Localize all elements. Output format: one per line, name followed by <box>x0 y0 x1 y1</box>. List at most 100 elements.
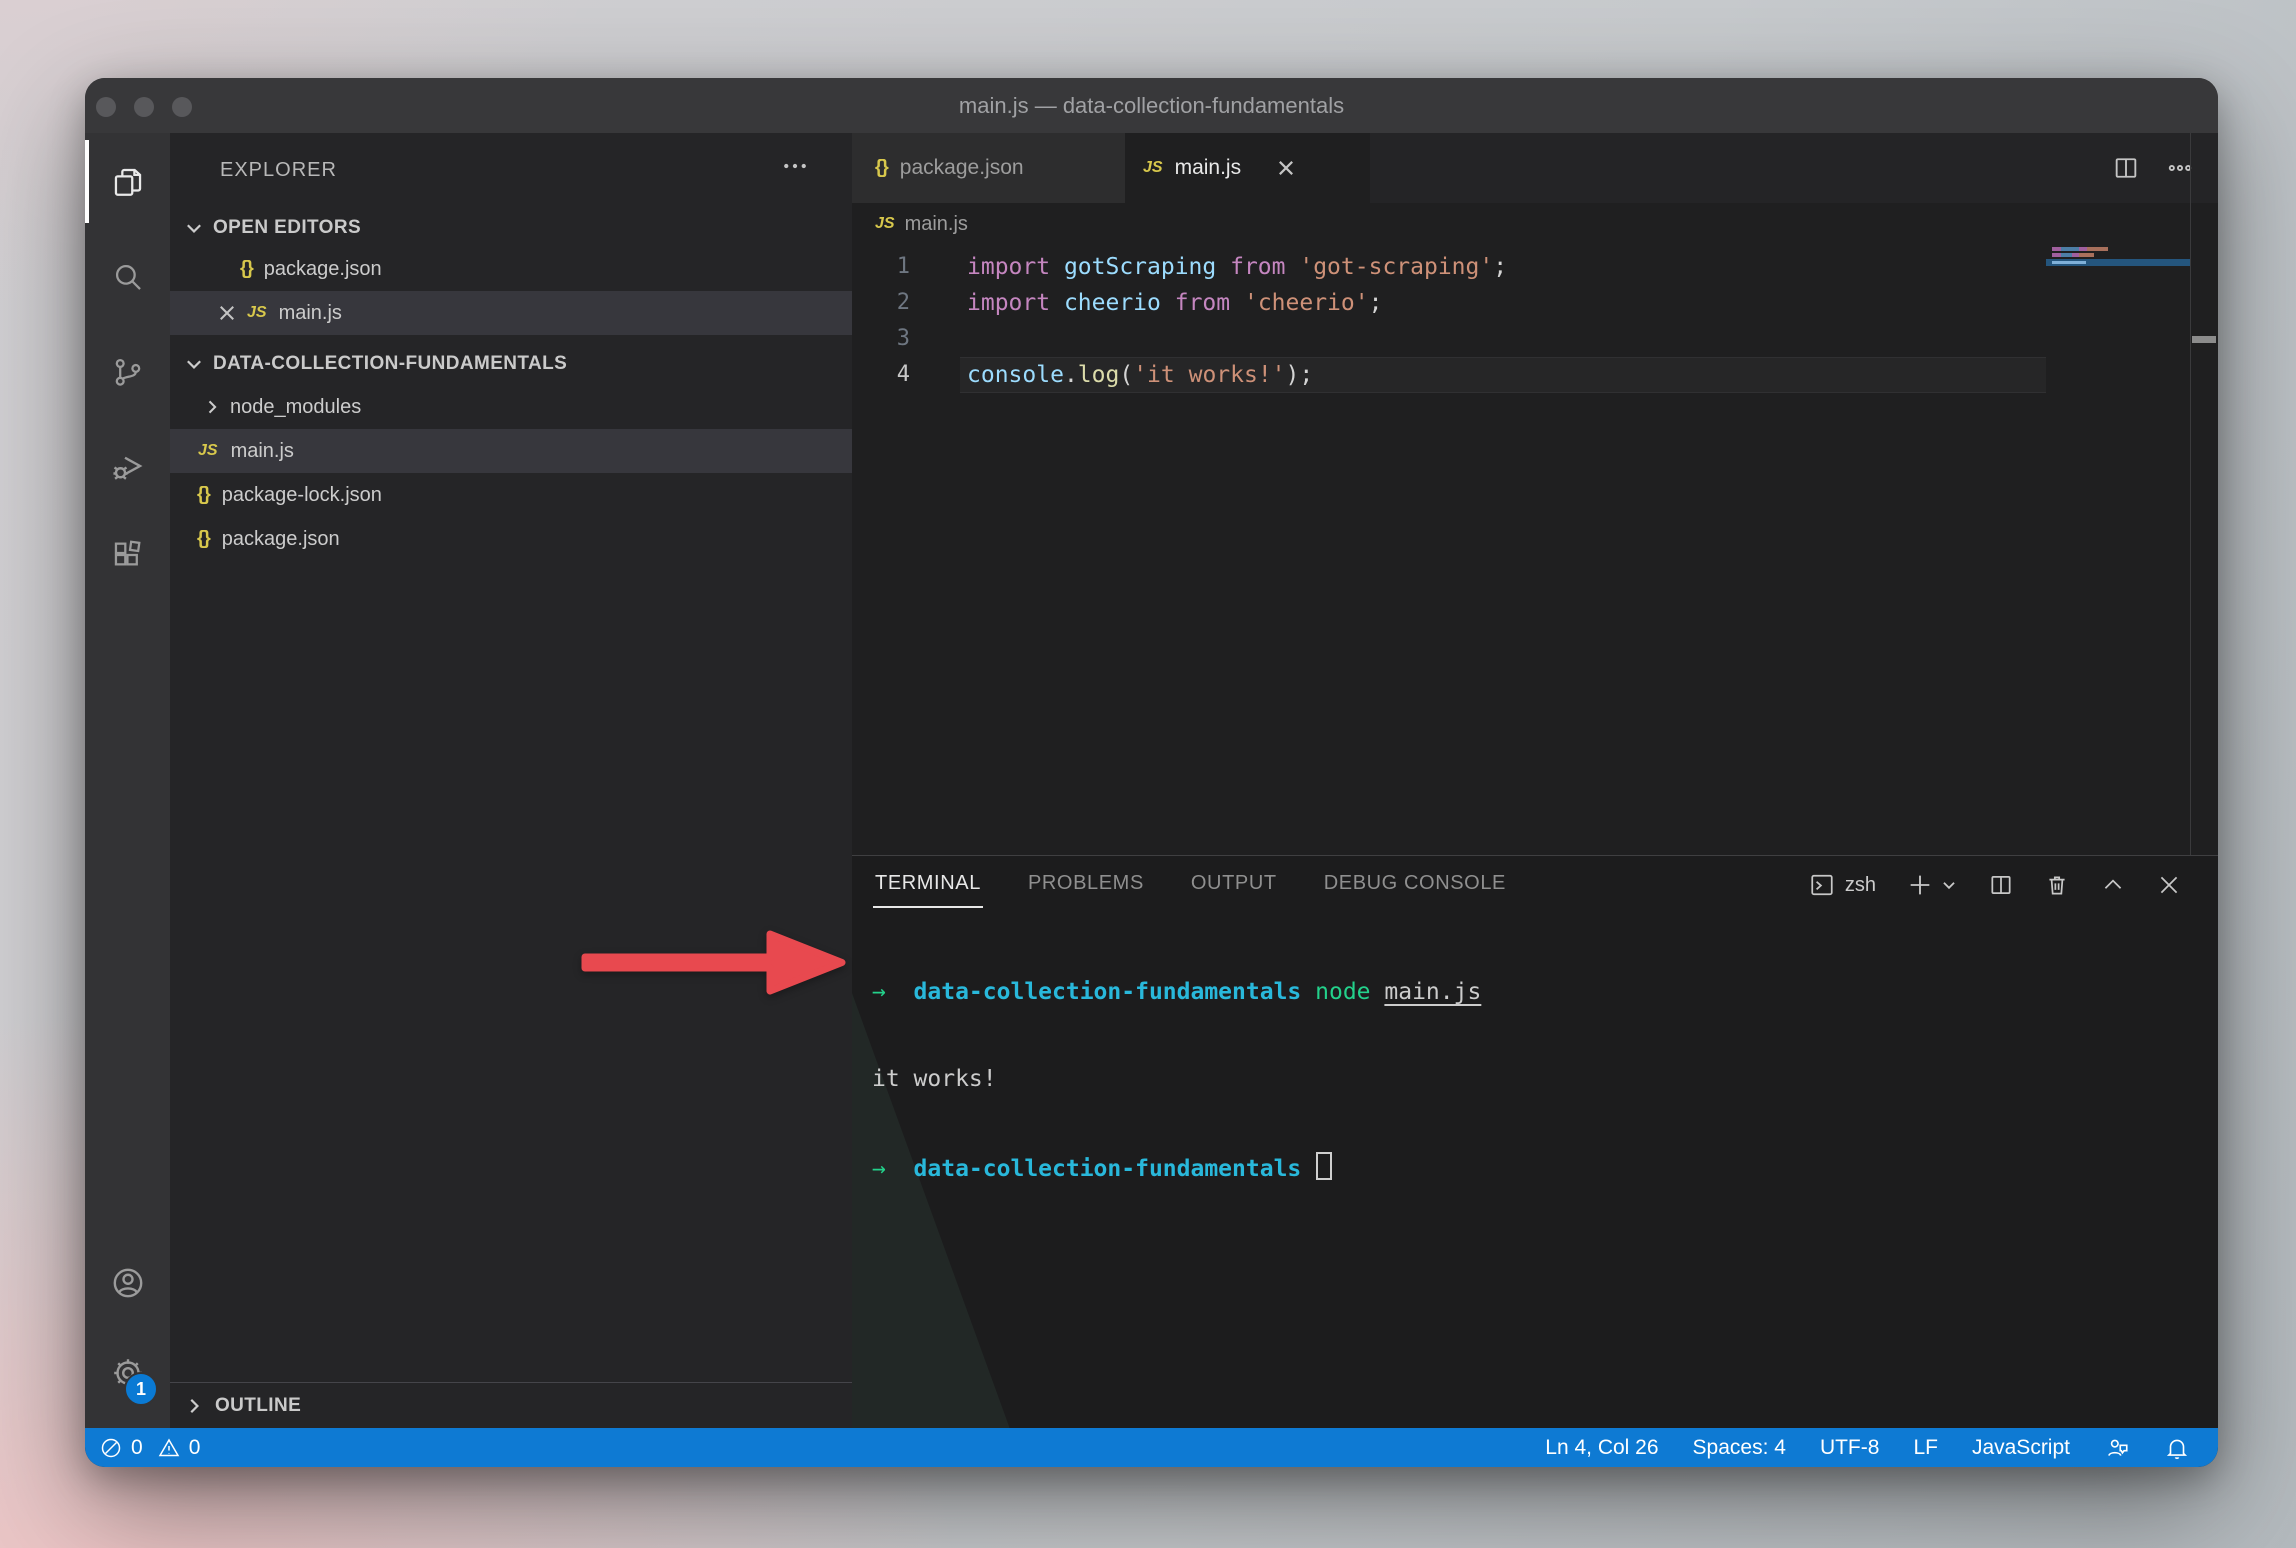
file-label: package-lock.json <box>222 484 382 507</box>
minimap-code-line <box>2052 247 2110 251</box>
js-file-icon: JS <box>1143 159 1163 177</box>
language-status[interactable]: JavaScript <box>1972 1436 2070 1460</box>
encoding-status[interactable]: UTF-8 <box>1820 1436 1880 1460</box>
section-label: DATA-COLLECTION-FUNDAMENTALS <box>213 353 567 375</box>
overview-ruler-cursor-marker <box>2192 336 2216 343</box>
title-bar: main.js — data-collection-fundamentals <box>85 78 2218 133</box>
shell-label: zsh <box>1845 874 1876 897</box>
line-number: 2 <box>852 285 910 321</box>
tree-item-package-lock-json[interactable]: {} package-lock.json <box>170 473 852 517</box>
line-number: 3 <box>852 321 910 357</box>
js-file-icon: JS <box>198 442 218 460</box>
window-title: main.js — data-collection-fundamentals <box>85 78 2218 133</box>
minimap-code-line <box>2052 253 2096 257</box>
code-line-1[interactable]: import gotScraping from 'got-scraping'; <box>967 249 1507 285</box>
file-label: main.js <box>279 302 342 325</box>
shell-selector[interactable]: zsh <box>1809 872 1876 898</box>
open-editor-item-package-json[interactable]: {} package.json <box>170 247 852 291</box>
minimap-current-line <box>2046 259 2190 266</box>
settings-gear-icon[interactable]: 1 <box>85 1325 170 1420</box>
tree-item-main-js[interactable]: JS main.js <box>170 429 852 473</box>
js-file-icon: JS <box>247 304 267 322</box>
code-line-2[interactable]: import cheerio from 'cheerio'; <box>967 285 1382 321</box>
source-control-icon[interactable] <box>85 324 170 419</box>
explorer-actions-icon[interactable] <box>780 151 810 186</box>
tab-output[interactable]: OUTPUT <box>1191 872 1277 895</box>
folder-label: node_modules <box>230 396 361 419</box>
section-workspace-folder[interactable]: DATA-COLLECTION-FUNDAMENTALS <box>170 345 852 383</box>
section-open-editors[interactable]: OPEN EDITORS <box>170 209 852 247</box>
chevron-right-icon <box>202 397 222 417</box>
close-tab-icon[interactable] <box>1275 157 1297 179</box>
panel-actions: zsh <box>1809 856 2182 914</box>
explorer-files-icon[interactable] <box>85 134 170 229</box>
section-outline[interactable]: OUTLINE <box>170 1382 852 1429</box>
file-label: package.json <box>264 258 382 281</box>
breadcrumb-file: main.js <box>905 213 968 236</box>
extensions-icon[interactable] <box>85 507 170 602</box>
file-label: main.js <box>231 440 294 463</box>
line-number: 1 <box>852 249 910 285</box>
split-terminal-icon[interactable] <box>1988 872 2014 898</box>
tab-package-json[interactable]: {} package.json <box>852 133 1126 203</box>
tab-label: package.json <box>900 156 1024 180</box>
new-terminal-icon[interactable] <box>1906 871 1934 899</box>
terminal-line-command: → data-collection-fundamentals node main… <box>872 978 1481 1007</box>
terminal-output[interactable]: → data-collection-fundamentals node main… <box>872 920 1481 1242</box>
settings-badge: 1 <box>124 1372 158 1406</box>
warnings-icon <box>157 1436 181 1460</box>
terminal-icon <box>1809 872 1835 898</box>
warnings-count: 0 <box>189 1436 201 1460</box>
breadcrumb[interactable]: JS main.js <box>852 203 2218 245</box>
json-file-icon: {} <box>197 528 210 550</box>
json-file-icon: {} <box>197 484 210 506</box>
editor-group: {} package.json JS main.js JS main.js 1 … <box>852 133 2218 855</box>
split-editor-icon[interactable] <box>2112 154 2140 182</box>
status-bar: 0 0 Ln 4, Col 26 Spaces: 4 UTF-8 LF Java… <box>85 1428 2218 1467</box>
indentation-status[interactable]: Spaces: 4 <box>1693 1436 1786 1460</box>
maximize-panel-chevron-icon[interactable] <box>2100 872 2126 898</box>
panel: TERMINAL PROBLEMS OUTPUT DEBUG CONSOLE z… <box>852 855 2218 1428</box>
run-debug-icon[interactable] <box>85 418 170 513</box>
errors-count: 0 <box>131 1436 143 1460</box>
vscode-window: main.js — data-collection-fundamentals 1… <box>85 78 2218 1467</box>
terminal-cursor <box>1316 1152 1332 1180</box>
errors-icon <box>99 1436 123 1460</box>
section-label: OPEN EDITORS <box>213 217 361 239</box>
eol-status[interactable]: LF <box>1913 1436 1938 1460</box>
tab-debug-console[interactable]: DEBUG CONSOLE <box>1324 872 1506 895</box>
line-number: 4 <box>852 357 910 393</box>
editor-tab-bar: {} package.json JS main.js <box>852 133 2218 203</box>
kill-terminal-trash-icon[interactable] <box>2044 872 2070 898</box>
search-icon[interactable] <box>85 229 170 324</box>
json-file-icon: {} <box>875 157 888 179</box>
json-file-icon: {} <box>240 258 253 280</box>
notifications-bell-icon[interactable] <box>2164 1435 2190 1461</box>
activity-bar: 1 <box>85 133 170 1428</box>
section-label: OUTLINE <box>215 1395 301 1417</box>
tab-terminal[interactable]: TERMINAL <box>875 872 981 895</box>
terminal-line-output: it works! <box>872 1065 1481 1094</box>
close-editor-icon[interactable] <box>217 303 237 323</box>
problems-status[interactable]: 0 0 <box>85 1436 200 1460</box>
tab-main-js[interactable]: JS main.js <box>1125 133 1370 203</box>
tab-label: main.js <box>1175 156 1242 180</box>
open-editor-item-main-js[interactable]: JS main.js <box>170 291 852 335</box>
tab-problems[interactable]: PROBLEMS <box>1028 872 1144 895</box>
tree-item-node-modules[interactable]: node_modules <box>170 385 852 429</box>
launch-profile-chevron-icon[interactable] <box>1940 876 1958 894</box>
close-panel-icon[interactable] <box>2156 872 2182 898</box>
cursor-position-status[interactable]: Ln 4, Col 26 <box>1545 1436 1658 1460</box>
panel-tab-bar: TERMINAL PROBLEMS OUTPUT DEBUG CONSOLE <box>875 856 1506 911</box>
sidebar-title: EXPLORER <box>220 159 337 182</box>
overview-ruler-divider <box>2190 133 2191 855</box>
tree-item-package-json[interactable]: {} package.json <box>170 517 852 561</box>
explorer-sidebar: EXPLORER OPEN EDITORS {} package.json JS… <box>170 133 852 1428</box>
account-icon[interactable] <box>85 1235 170 1330</box>
code-line-4[interactable]: console.log('it works!'); <box>967 357 1313 393</box>
minimap[interactable] <box>2046 203 2190 855</box>
file-label: package.json <box>222 528 340 551</box>
feedback-icon[interactable] <box>2104 1435 2130 1461</box>
js-file-icon: JS <box>875 215 895 233</box>
terminal-line-prompt: → data-collection-fundamentals <box>872 1152 1481 1184</box>
